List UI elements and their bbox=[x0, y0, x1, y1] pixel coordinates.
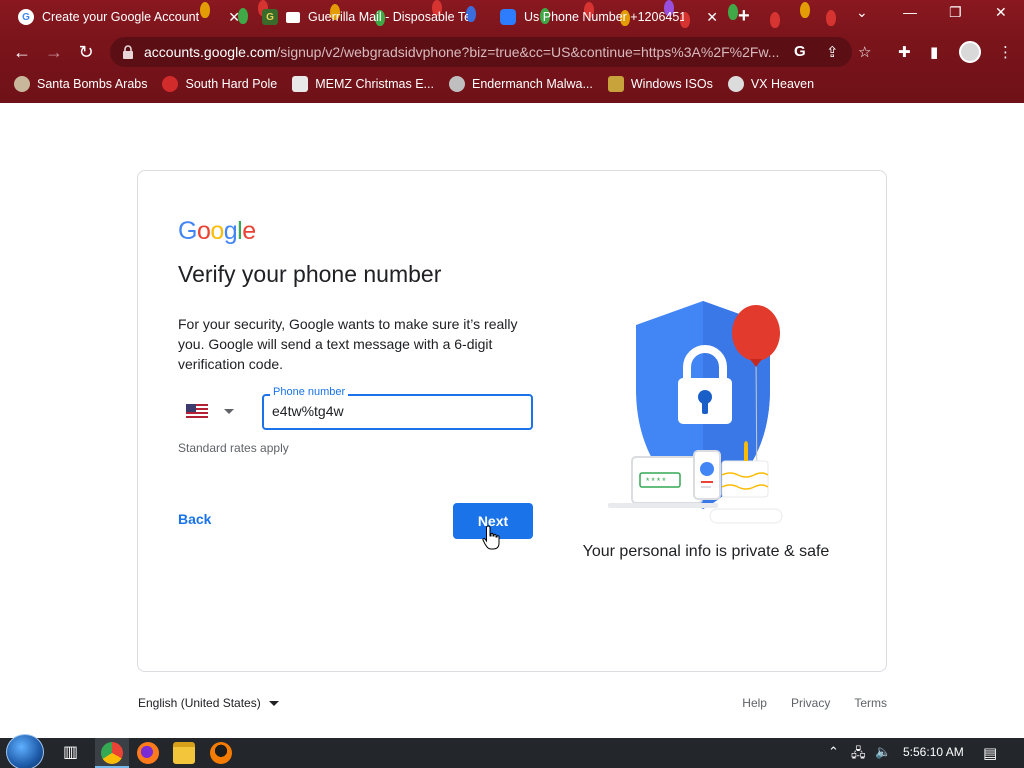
footer-links: Help Privacy Terms bbox=[742, 696, 887, 710]
mail-favicon-icon bbox=[286, 11, 300, 23]
tab-title: Create your Google Account bbox=[42, 10, 200, 24]
us-flag-icon bbox=[186, 404, 208, 418]
url-path: /signup/v2/webgradsidvphone?biz=true&cc=… bbox=[276, 44, 780, 60]
lock-icon bbox=[123, 45, 133, 59]
file-explorer-icon[interactable] bbox=[173, 742, 195, 764]
google-favicon-icon: G bbox=[18, 9, 34, 25]
chat-favicon-icon bbox=[500, 9, 516, 25]
firefox-icon[interactable] bbox=[137, 742, 159, 764]
back-nav-button[interactable]: ← bbox=[10, 40, 34, 64]
address-bar[interactable]: accounts.google.com/signup/v2/webgradsid… bbox=[110, 37, 852, 67]
tab-close-icon[interactable]: ✕ bbox=[228, 9, 240, 26]
tree-icon bbox=[607, 76, 624, 92]
bookmarks-bar: Santa Bombs Arabs South Hard Pole MEMZ C… bbox=[0, 70, 1024, 98]
minimize-button[interactable]: — bbox=[903, 4, 917, 20]
menu-kebab-icon[interactable]: ⋮ bbox=[998, 43, 1013, 61]
side-panel-icon[interactable]: ▮ bbox=[930, 43, 938, 61]
raccoon-icon bbox=[448, 76, 465, 92]
guerrilla-favicon-icon: G bbox=[262, 9, 278, 25]
back-button[interactable]: Back bbox=[178, 511, 211, 527]
tab-us-phone-number[interactable]: Us Phone Number +120645125 ✕ bbox=[490, 3, 726, 31]
page-icon bbox=[292, 76, 309, 92]
verification-description: For your security, Google wants to make … bbox=[178, 316, 518, 372]
search-app-icon[interactable] bbox=[210, 742, 232, 764]
tab-title: Guerrilla Mail - Disposable Te bbox=[308, 10, 468, 24]
close-window-button[interactable]: ✕ bbox=[995, 4, 1007, 21]
chevron-down-icon bbox=[224, 408, 234, 414]
snowflake-icon bbox=[162, 76, 179, 92]
bookmark-item[interactable]: Windows ISOs bbox=[607, 76, 713, 92]
language-label: English (United States) bbox=[138, 696, 261, 710]
task-view-icon[interactable]: ▥ bbox=[63, 742, 78, 762]
restore-button[interactable]: ❐ bbox=[949, 4, 962, 21]
hand-cursor-icon bbox=[482, 525, 500, 550]
santa-icon bbox=[14, 76, 30, 92]
cake-icon bbox=[721, 460, 769, 498]
terms-link[interactable]: Terms bbox=[854, 696, 887, 710]
bookmark-star-icon[interactable]: ☆ bbox=[858, 43, 871, 61]
page-footer: English (United States) Help Privacy Ter… bbox=[137, 692, 887, 714]
illustration-code: **** bbox=[645, 477, 667, 487]
network-icon[interactable]: 🖧 bbox=[851, 744, 866, 766]
signup-card: Google Verify your phone number For your… bbox=[137, 170, 887, 672]
bookmark-item[interactable]: Santa Bombs Arabs bbox=[14, 76, 147, 92]
chrome-icon[interactable] bbox=[101, 742, 123, 764]
new-tab-button[interactable]: + bbox=[738, 5, 750, 28]
privacy-caption: Your personal info is private & safe bbox=[582, 543, 830, 560]
share-icon[interactable]: ⇪ bbox=[826, 43, 839, 61]
page-title: Verify your phone number bbox=[178, 261, 442, 287]
reload-button[interactable]: ↻ bbox=[74, 40, 98, 64]
country-selector[interactable] bbox=[186, 399, 250, 423]
profile-avatar[interactable] bbox=[959, 41, 981, 63]
tab-search-button[interactable]: ⌄ bbox=[856, 4, 868, 21]
phone-number-input[interactable] bbox=[272, 403, 522, 419]
phone-number-label: Phone number bbox=[270, 386, 349, 398]
tab-guerrilla-mail[interactable]: G Guerrilla Mail - Disposable Te bbox=[252, 3, 490, 31]
volume-icon[interactable]: 🔈 bbox=[875, 744, 891, 760]
bookmark-item[interactable]: VX Heaven bbox=[727, 76, 814, 92]
privacy-shield-illustration: **** bbox=[608, 301, 783, 524]
privacy-link[interactable]: Privacy bbox=[791, 696, 830, 710]
browser-chrome: G Create your Google Account ✕ G Guerril… bbox=[0, 0, 1024, 103]
start-button[interactable] bbox=[6, 734, 44, 768]
bookmark-item[interactable]: South Hard Pole bbox=[162, 76, 277, 92]
skull-icon bbox=[727, 76, 744, 92]
rates-note: Standard rates apply bbox=[178, 441, 289, 455]
taskbar-clock[interactable]: 5:56:10 AM bbox=[903, 745, 964, 759]
phone-number-field[interactable]: Phone number bbox=[262, 386, 533, 430]
browser-toolbar: ← → ↻ accounts.google.com/signup/v2/webg… bbox=[0, 34, 1024, 70]
tab-close-icon[interactable]: ✕ bbox=[706, 9, 718, 26]
notifications-icon[interactable]: ▤ bbox=[983, 744, 997, 762]
tab-create-google-account[interactable]: G Create your Google Account ✕ bbox=[8, 3, 248, 31]
chevron-up-icon[interactable]: ⌃ bbox=[828, 744, 839, 760]
forward-nav-button[interactable]: → bbox=[42, 40, 66, 64]
language-selector[interactable]: English (United States) bbox=[138, 696, 279, 710]
bookmark-item[interactable]: MEMZ Christmas E... bbox=[292, 76, 434, 92]
bookmark-item[interactable]: Endermanch Malwa... bbox=[448, 76, 593, 92]
tab-strip: G Create your Google Account ✕ G Guerril… bbox=[0, 0, 1024, 34]
google-lens-icon[interactable]: G bbox=[794, 43, 806, 60]
tab-title: Us Phone Number +120645125 bbox=[524, 10, 684, 24]
balloon-icon bbox=[732, 305, 780, 361]
help-link[interactable]: Help bbox=[742, 696, 767, 710]
extensions-icon[interactable]: ✚ bbox=[898, 43, 911, 61]
chevron-down-icon bbox=[268, 700, 279, 706]
windows-taskbar: ▥ ⌃ 🖧 🔈 5:56:10 AM ▤ bbox=[0, 734, 1024, 768]
url-host: accounts.google.com bbox=[144, 44, 277, 60]
google-logo: Google bbox=[178, 217, 256, 245]
